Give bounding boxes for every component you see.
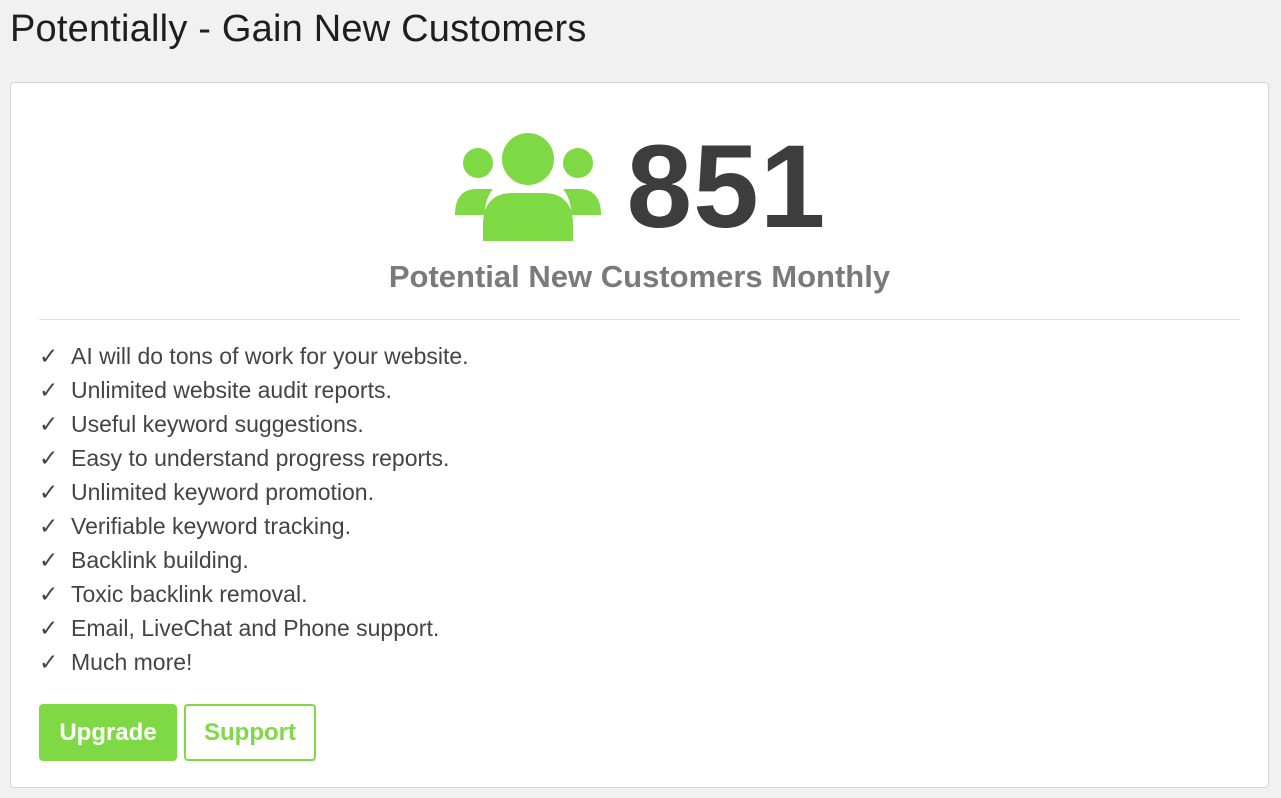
- check-icon: ✓: [39, 411, 59, 437]
- feature-item: ✓ Unlimited keyword promotion.: [39, 475, 469, 509]
- feature-item: ✓ AI will do tons of work for your websit…: [39, 339, 469, 373]
- check-icon: ✓: [39, 445, 59, 471]
- feature-list: ✓ AI will do tons of work for your websit…: [39, 339, 469, 679]
- feature-text: AI will do tons of work for your website…: [71, 343, 469, 369]
- feature-text: Toxic backlink removal.: [71, 581, 308, 607]
- page-title: Potentially - Gain New Customers: [10, 8, 587, 50]
- feature-item: ✓ Backlink building.: [39, 543, 469, 577]
- feature-text: Useful keyword suggestions.: [71, 411, 364, 437]
- feature-text: Unlimited keyword promotion.: [71, 479, 374, 505]
- support-button[interactable]: Support: [184, 704, 316, 761]
- check-icon: ✓: [39, 479, 59, 505]
- check-icon: ✓: [39, 581, 59, 607]
- feature-text: Backlink building.: [71, 547, 249, 573]
- customers-card: 851 Potential New Customers Monthly ✓ AI …: [10, 82, 1269, 788]
- feature-item: ✓ Toxic backlink removal.: [39, 577, 469, 611]
- feature-text: Easy to understand progress reports.: [71, 445, 450, 471]
- feature-item: ✓ Email, LiveChat and Phone support.: [39, 611, 469, 645]
- check-icon: ✓: [39, 377, 59, 403]
- divider: [39, 319, 1240, 320]
- stat-label: Potential New Customers Monthly: [388, 259, 891, 294]
- feature-item: ✓ Verifiable keyword tracking.: [39, 509, 469, 543]
- feature-text: Unlimited website audit reports.: [71, 377, 392, 403]
- upgrade-button[interactable]: Upgrade: [39, 704, 177, 761]
- feature-item: ✓ Easy to understand progress reports.: [39, 441, 469, 475]
- feature-item: ✓ Much more!: [39, 645, 469, 679]
- feature-text: Email, LiveChat and Phone support.: [71, 615, 440, 641]
- stat-row: 851: [11, 127, 1268, 247]
- feature-text: Much more!: [71, 649, 193, 675]
- check-icon: ✓: [39, 649, 59, 675]
- customer-count: 851: [626, 121, 827, 253]
- users-icon: [453, 133, 603, 241]
- feature-item: ✓ Unlimited website audit reports.: [39, 373, 469, 407]
- check-icon: ✓: [39, 513, 59, 539]
- feature-text: Verifiable keyword tracking.: [71, 513, 351, 539]
- feature-item: ✓ Useful keyword suggestions.: [39, 407, 469, 441]
- check-icon: ✓: [39, 615, 59, 641]
- check-icon: ✓: [39, 547, 59, 573]
- check-icon: ✓: [39, 343, 59, 369]
